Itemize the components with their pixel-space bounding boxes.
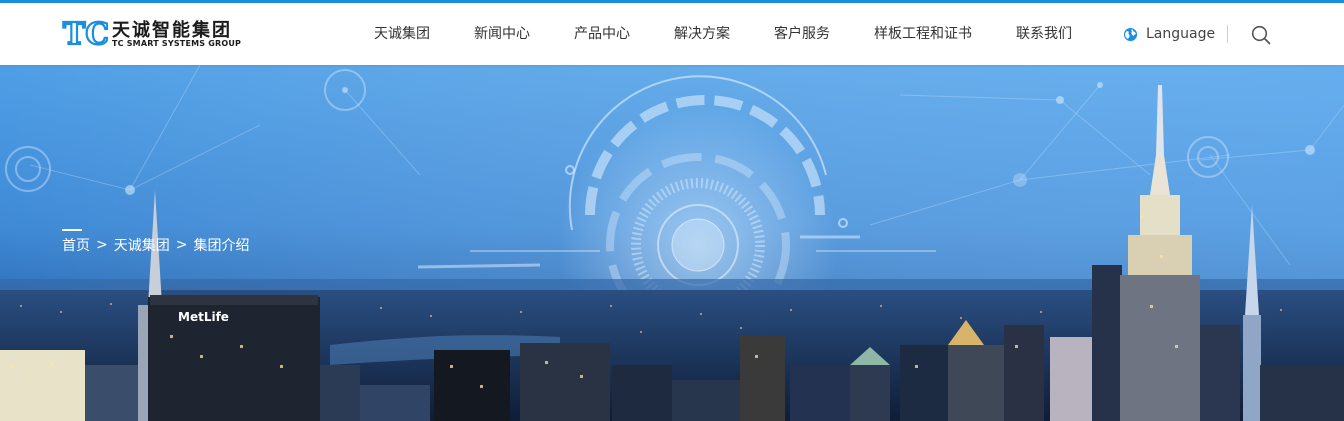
logo-letters: TC — [63, 17, 108, 51]
nav-item-solutions[interactable]: 解决方案 — [652, 3, 752, 65]
nav-item-projects-certificates[interactable]: 样板工程和证书 — [852, 3, 994, 65]
tc-logo-icon: TC — [62, 16, 108, 51]
breadcrumb: 首页 > 天诚集团 > 集团介绍 — [62, 229, 250, 255]
nav-item-group[interactable]: 天诚集团 — [352, 3, 452, 65]
breadcrumb-accent-bar — [62, 229, 82, 231]
brand-logo[interactable]: TC 天诚智能集团 TC SMART SYSTEMS GROUP — [62, 15, 242, 51]
breadcrumb-current: 集团介绍 — [193, 238, 250, 254]
header-divider — [1227, 25, 1228, 43]
nav-item-service[interactable]: 客户服务 — [752, 3, 852, 65]
site-header: TC 天诚智能集团 TC SMART SYSTEMS GROUP 天诚集团 新闻… — [0, 3, 1344, 65]
breadcrumb-separator: > — [175, 237, 188, 253]
main-nav: 天诚集团 新闻中心 产品中心 解决方案 客户服务 样板工程和证书 联系我们 — [352, 3, 1094, 65]
breadcrumb-group[interactable]: 天诚集团 — [114, 235, 170, 255]
brand-name-en: TC SMART SYSTEMS GROUP — [112, 39, 242, 48]
nav-item-contact[interactable]: 联系我们 — [994, 3, 1094, 65]
breadcrumb-home[interactable]: 首页 — [62, 235, 90, 255]
globe-icon — [1123, 27, 1138, 41]
breadcrumb-separator: > — [96, 237, 108, 253]
language-label: Language — [1146, 26, 1216, 42]
nav-item-news[interactable]: 新闻中心 — [452, 3, 552, 65]
nav-item-products[interactable]: 产品中心 — [552, 3, 652, 65]
language-switch[interactable]: Language — [1123, 3, 1215, 65]
search-icon[interactable] — [1251, 25, 1271, 45]
billboard-text: MetLife — [178, 310, 229, 324]
hero-banner: MetLife 首页 > 天诚集团 > 集团介绍 — [0, 65, 1344, 421]
